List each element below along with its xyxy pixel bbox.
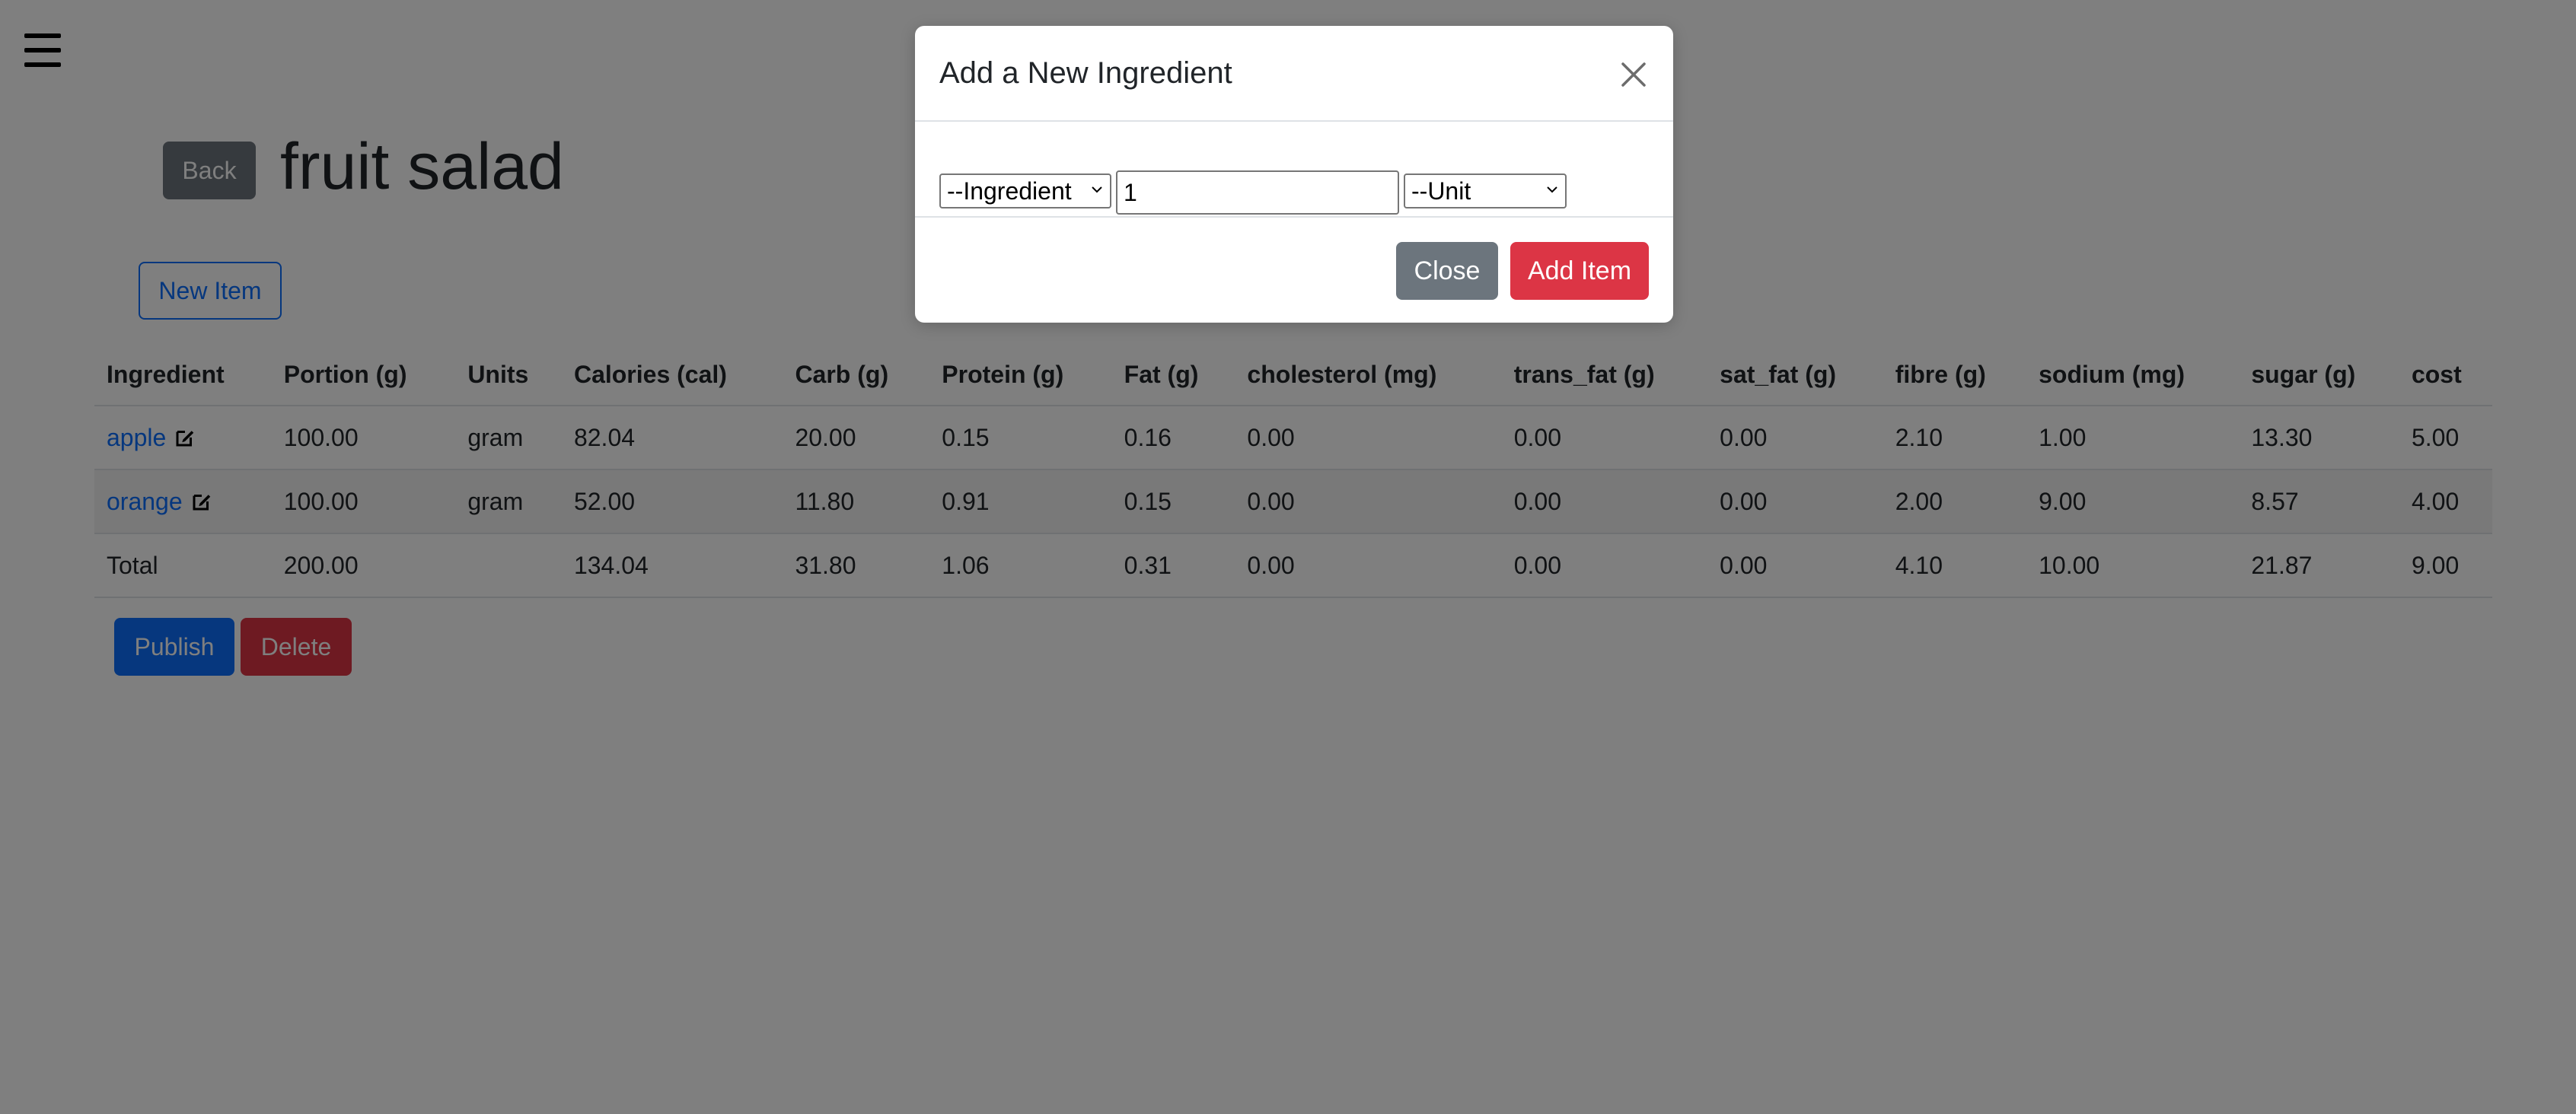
amount-input[interactable] — [1116, 170, 1399, 215]
close-button[interactable]: Close — [1396, 242, 1498, 300]
unit-select[interactable]: --Unit — [1404, 173, 1567, 208]
ingredient-select-value: --Ingredient — [947, 177, 1072, 205]
modal-body: --Ingredient --Unit — [915, 122, 1673, 218]
chevron-down-icon — [1092, 186, 1102, 193]
add-item-button[interactable]: Add Item — [1510, 242, 1649, 300]
modal-title: Add a New Ingredient — [939, 56, 1232, 90]
close-icon[interactable] — [1618, 59, 1649, 90]
modal-header: Add a New Ingredient — [915, 26, 1673, 122]
unit-select-value: --Unit — [1411, 177, 1471, 205]
add-ingredient-modal: Add a New Ingredient --Ingredient --Unit… — [915, 26, 1673, 323]
ingredient-select[interactable]: --Ingredient — [939, 173, 1111, 208]
chevron-down-icon — [1547, 186, 1557, 193]
